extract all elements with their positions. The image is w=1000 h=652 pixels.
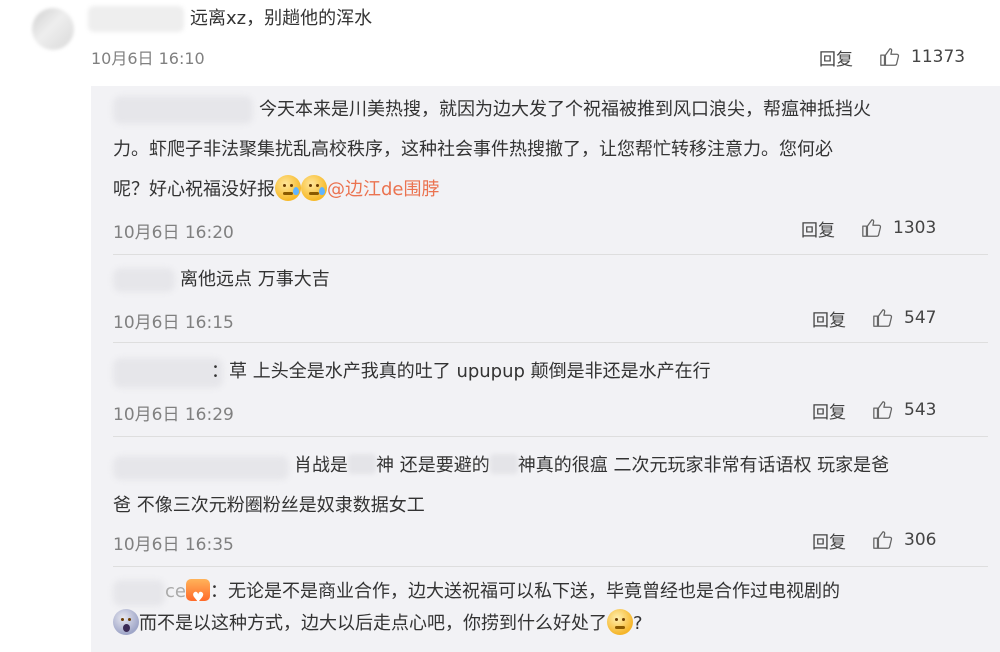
reply-line: 力。虾爬子非法聚集扰乱高校秩序，这种社会事件热搜撤了，让您帮忙转移注意力。您何必 xyxy=(113,139,833,160)
like-count: 1303 xyxy=(893,218,937,238)
crying-emoji-icon xyxy=(275,175,301,201)
like-count: 11373 xyxy=(911,47,966,67)
list-item: ce ：无论是不是商业合作，边大送祝福可以私下送，毕竟曾经也是合作过电视剧的 而不… xyxy=(91,570,1000,652)
thumbs-up-icon[interactable] xyxy=(861,217,883,239)
comment-text: 远离xz，别趟他的浑水 xyxy=(190,8,373,29)
username-blurred[interactable] xyxy=(113,268,175,292)
divider xyxy=(113,254,988,255)
reply-time: 10月6日 16:29 xyxy=(113,405,234,425)
reply-line: 肖战是 神 还是要避的 神真的很瘟 二次元玩家非常有话语权 玩家是爸 xyxy=(294,448,889,484)
reply-line-last: 呢？好心祝福没好报 @边江de围脖 xyxy=(113,172,440,208)
divider xyxy=(113,342,988,343)
reply-time: 10月6日 16:15 xyxy=(113,313,234,333)
like-count: 306 xyxy=(904,530,937,550)
reply-button[interactable]: 回复 xyxy=(812,528,846,553)
username-blurred[interactable] xyxy=(88,6,184,32)
thumbs-up-icon[interactable] xyxy=(872,399,894,421)
list-item: ：草 上头全是水产我真的吐了 upupup 颠倒是非还是水产在行 10月6日 1… xyxy=(91,346,1000,438)
reply-actions: 回复 306 xyxy=(812,528,937,553)
like-count: 543 xyxy=(904,400,937,420)
shocked-emoji-icon xyxy=(113,609,139,635)
username-blurred[interactable] xyxy=(113,580,165,606)
reply-fragment: 神 还是要避的 xyxy=(376,455,490,476)
fan-badge-icon xyxy=(185,579,210,616)
reply-line-text: 呢？好心祝福没好报 xyxy=(113,179,275,200)
reply-fragment: 而不是以这种方式，边大以后走点心吧，你捞到什么好处了 xyxy=(139,613,607,634)
reply-actions: 回复 543 xyxy=(812,398,937,423)
reply-fragment: ? xyxy=(633,613,643,634)
top-comment: 远离xz，别趟他的浑水 10月6日 16:10 回复 11373 xyxy=(0,0,1000,84)
username-blurred[interactable] xyxy=(113,358,223,388)
like-count: 547 xyxy=(904,308,937,328)
list-item: 离他远点 万事大吉 10月6日 16:15 回复 547 xyxy=(91,258,1000,342)
username-blurred[interactable] xyxy=(113,96,253,124)
list-item: 今天本来是川美热搜，就因为边大发了个祝福被推到风口浪尖，帮瘟神抵挡火 力。虾爬子… xyxy=(91,86,1000,250)
divider xyxy=(113,566,988,567)
username-blurred[interactable] xyxy=(113,456,289,480)
smirk-emoji-icon xyxy=(607,609,633,635)
thumbs-up-icon[interactable] xyxy=(872,529,894,551)
comment-time: 10月6日 16:10 xyxy=(91,49,205,68)
reply-button[interactable]: 回复 xyxy=(812,398,846,423)
reply-button[interactable]: 回复 xyxy=(812,306,846,331)
redacted-text xyxy=(348,454,376,474)
crying-emoji-icon xyxy=(301,175,327,201)
reply-line: ce ：无论是不是商业合作，边大送祝福可以私下送，毕竟曾经也是合作过电视剧的 xyxy=(165,574,840,616)
redacted-text xyxy=(489,454,518,474)
reply-fragment: 神真的很瘟 二次元玩家非常有话语权 玩家是爸 xyxy=(517,455,890,476)
divider xyxy=(113,436,988,437)
reply-time: 10月6日 16:35 xyxy=(113,535,234,555)
reply-button[interactable]: 回复 xyxy=(801,216,835,241)
reply-text: 离他远点 万事大吉 xyxy=(180,269,330,290)
reply-actions: 回复 547 xyxy=(812,306,937,331)
comment-actions: 回复 11373 xyxy=(819,45,966,70)
reply-list: 今天本来是川美热搜，就因为边大发了个祝福被推到风口浪尖，帮瘟神抵挡火 力。虾爬子… xyxy=(91,86,1000,652)
reply-line: 爸 不像三次元粉圈粉丝是奴隶数据女工 xyxy=(113,495,425,516)
reply-fragment: ：无论是不是商业合作，边大送祝福可以私下送，毕竟曾经也是合作过电视剧的 xyxy=(209,581,840,602)
list-item: 肖战是 神 还是要避的 神真的很瘟 二次元玩家非常有话语权 玩家是爸 爸 不像三次元… xyxy=(91,442,1000,566)
username-tail: ce xyxy=(165,581,186,602)
thumbs-up-icon[interactable] xyxy=(879,46,901,68)
reply-fragment: 肖战是 xyxy=(294,455,348,476)
reply-button[interactable]: 回复 xyxy=(819,45,853,70)
reply-text: ：草 上头全是水产我真的吐了 upupup 颠倒是非还是水产在行 xyxy=(211,361,711,382)
reply-line: 今天本来是川美热搜，就因为边大发了个祝福被推到风口浪尖，帮瘟神抵挡火 xyxy=(259,99,871,120)
avatar[interactable] xyxy=(32,8,74,50)
weibo-comment-thread: 远离xz，别趟他的浑水 10月6日 16:10 回复 11373 今天本来是川美… xyxy=(0,0,1000,652)
mention-link[interactable]: @边江de围脖 xyxy=(327,179,440,200)
reply-time: 10月6日 16:20 xyxy=(113,223,234,243)
reply-line: 而不是以这种方式，边大以后走点心吧，你捞到什么好处了? xyxy=(113,606,643,642)
thumbs-up-icon[interactable] xyxy=(872,307,894,329)
reply-actions: 回复 1303 xyxy=(801,216,937,241)
